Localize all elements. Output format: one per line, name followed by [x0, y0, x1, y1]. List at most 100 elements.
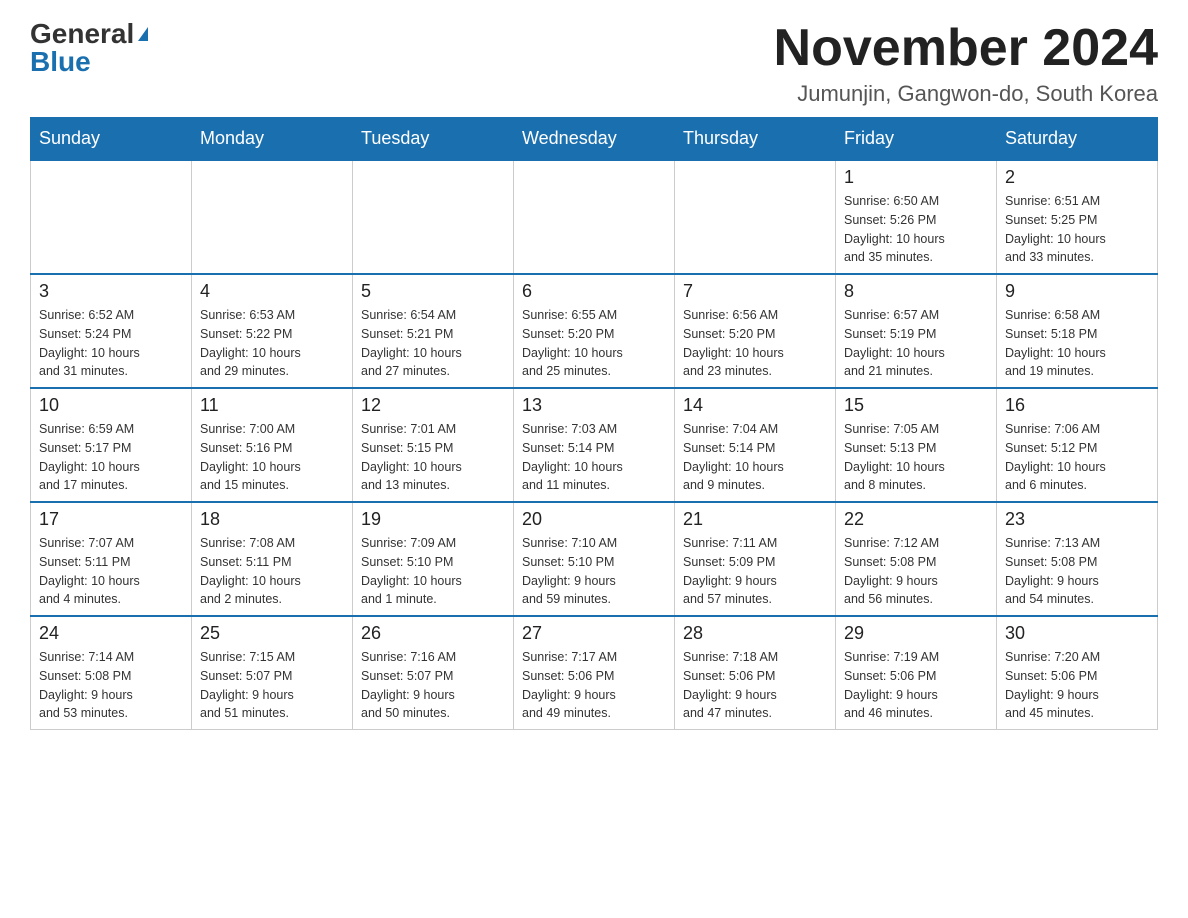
day-number: 12: [361, 395, 505, 416]
day-number: 18: [200, 509, 344, 530]
day-info: Sunrise: 7:14 AM Sunset: 5:08 PM Dayligh…: [39, 648, 183, 723]
day-info: Sunrise: 7:05 AM Sunset: 5:13 PM Dayligh…: [844, 420, 988, 495]
calendar-cell-week1-day7: 2 Sunrise: 6:51 AM Sunset: 5:25 PM Daylig…: [997, 160, 1158, 274]
day-number: 26: [361, 623, 505, 644]
weekday-header-monday: Monday: [192, 118, 353, 161]
calendar-cell-week3-day7: 16Sunrise: 7:06 AM Sunset: 5:12 PM Dayli…: [997, 388, 1158, 502]
logo-triangle-icon: [138, 27, 148, 41]
calendar-table: SundayMondayTuesdayWednesdayThursdayFrid…: [30, 117, 1158, 730]
calendar-cell-week1-day2: [192, 160, 353, 274]
day-info: Sunrise: 7:15 AM Sunset: 5:07 PM Dayligh…: [200, 648, 344, 723]
day-number: 17: [39, 509, 183, 530]
day-number: 24: [39, 623, 183, 644]
day-info: Sunrise: 7:01 AM Sunset: 5:15 PM Dayligh…: [361, 420, 505, 495]
day-number: 23: [1005, 509, 1149, 530]
day-info: Sunrise: 6:50 AM Sunset: 5:26 PM Dayligh…: [844, 192, 988, 267]
calendar-cell-week2-day4: 6Sunrise: 6:55 AM Sunset: 5:20 PM Daylig…: [514, 274, 675, 388]
day-info: Sunrise: 7:18 AM Sunset: 5:06 PM Dayligh…: [683, 648, 827, 723]
day-info: Sunrise: 6:51 AM Sunset: 5:25 PM Dayligh…: [1005, 192, 1149, 267]
calendar-cell-week5-day4: 27 Sunrise: 7:17 AM Sunset: 5:06 PM Dayli…: [514, 616, 675, 730]
day-info: Sunrise: 7:07 AM Sunset: 5:11 PM Dayligh…: [39, 534, 183, 609]
weekday-header-thursday: Thursday: [675, 118, 836, 161]
calendar-cell-week4-day5: 21Sunrise: 7:11 AM Sunset: 5:09 PM Dayli…: [675, 502, 836, 616]
weekday-header-sunday: Sunday: [31, 118, 192, 161]
week-row-5: 24 Sunrise: 7:14 AM Sunset: 5:08 PM Dayli…: [31, 616, 1158, 730]
logo: General Blue: [30, 20, 148, 76]
calendar-cell-week4-day3: 19Sunrise: 7:09 AM Sunset: 5:10 PM Dayli…: [353, 502, 514, 616]
day-number: 27: [522, 623, 666, 644]
day-number: 4: [200, 281, 344, 302]
day-number: 16: [1005, 395, 1149, 416]
day-number: 19: [361, 509, 505, 530]
day-number: 1: [844, 167, 988, 188]
day-number: 8: [844, 281, 988, 302]
logo-blue-text: Blue: [30, 48, 91, 76]
day-info: Sunrise: 7:13 AM Sunset: 5:08 PM Dayligh…: [1005, 534, 1149, 609]
day-info: Sunrise: 7:17 AM Sunset: 5:06 PM Dayligh…: [522, 648, 666, 723]
week-row-1: 1 Sunrise: 6:50 AM Sunset: 5:26 PM Daylig…: [31, 160, 1158, 274]
calendar-cell-week1-day4: [514, 160, 675, 274]
day-info: Sunrise: 6:54 AM Sunset: 5:21 PM Dayligh…: [361, 306, 505, 381]
calendar-cell-week1-day5: [675, 160, 836, 274]
day-number: 13: [522, 395, 666, 416]
calendar-cell-week2-day6: 8 Sunrise: 6:57 AM Sunset: 5:19 PM Daylig…: [836, 274, 997, 388]
day-number: 10: [39, 395, 183, 416]
calendar-cell-week3-day5: 14 Sunrise: 7:04 AM Sunset: 5:14 PM Dayli…: [675, 388, 836, 502]
calendar-cell-week1-day1: [31, 160, 192, 274]
day-number: 11: [200, 395, 344, 416]
calendar-cell-week4-day7: 23 Sunrise: 7:13 AM Sunset: 5:08 PM Dayli…: [997, 502, 1158, 616]
calendar-cell-week4-day4: 20Sunrise: 7:10 AM Sunset: 5:10 PM Dayli…: [514, 502, 675, 616]
day-info: Sunrise: 7:04 AM Sunset: 5:14 PM Dayligh…: [683, 420, 827, 495]
day-number: 25: [200, 623, 344, 644]
calendar-cell-week4-day6: 22 Sunrise: 7:12 AM Sunset: 5:08 PM Dayli…: [836, 502, 997, 616]
calendar-cell-week1-day6: 1 Sunrise: 6:50 AM Sunset: 5:26 PM Daylig…: [836, 160, 997, 274]
calendar-cell-week3-day3: 12 Sunrise: 7:01 AM Sunset: 5:15 PM Dayli…: [353, 388, 514, 502]
week-row-2: 3Sunrise: 6:52 AM Sunset: 5:24 PM Daylig…: [31, 274, 1158, 388]
day-number: 20: [522, 509, 666, 530]
calendar-cell-week2-day7: 9Sunrise: 6:58 AM Sunset: 5:18 PM Daylig…: [997, 274, 1158, 388]
calendar-cell-week2-day5: 7 Sunrise: 6:56 AM Sunset: 5:20 PM Daylig…: [675, 274, 836, 388]
month-title: November 2024: [774, 20, 1158, 77]
calendar-cell-week3-day4: 13 Sunrise: 7:03 AM Sunset: 5:14 PM Dayli…: [514, 388, 675, 502]
day-number: 21: [683, 509, 827, 530]
day-info: Sunrise: 7:08 AM Sunset: 5:11 PM Dayligh…: [200, 534, 344, 609]
day-info: Sunrise: 7:16 AM Sunset: 5:07 PM Dayligh…: [361, 648, 505, 723]
calendar-cell-week5-day5: 28 Sunrise: 7:18 AM Sunset: 5:06 PM Dayli…: [675, 616, 836, 730]
weekday-header-friday: Friday: [836, 118, 997, 161]
day-info: Sunrise: 6:56 AM Sunset: 5:20 PM Dayligh…: [683, 306, 827, 381]
calendar-cell-week2-day3: 5 Sunrise: 6:54 AM Sunset: 5:21 PM Daylig…: [353, 274, 514, 388]
calendar-cell-week3-day6: 15 Sunrise: 7:05 AM Sunset: 5:13 PM Dayli…: [836, 388, 997, 502]
calendar-cell-week4-day2: 18 Sunrise: 7:08 AM Sunset: 5:11 PM Dayli…: [192, 502, 353, 616]
calendar-cell-week3-day1: 10 Sunrise: 6:59 AM Sunset: 5:17 PM Dayli…: [31, 388, 192, 502]
weekday-header-wednesday: Wednesday: [514, 118, 675, 161]
day-info: Sunrise: 7:03 AM Sunset: 5:14 PM Dayligh…: [522, 420, 666, 495]
day-number: 2: [1005, 167, 1149, 188]
calendar-cell-week5-day7: 30Sunrise: 7:20 AM Sunset: 5:06 PM Dayli…: [997, 616, 1158, 730]
day-number: 28: [683, 623, 827, 644]
weekday-header-tuesday: Tuesday: [353, 118, 514, 161]
calendar-cell-week5-day2: 25 Sunrise: 7:15 AM Sunset: 5:07 PM Dayli…: [192, 616, 353, 730]
weekday-header-row: SundayMondayTuesdayWednesdayThursdayFrid…: [31, 118, 1158, 161]
day-number: 6: [522, 281, 666, 302]
day-info: Sunrise: 6:59 AM Sunset: 5:17 PM Dayligh…: [39, 420, 183, 495]
day-number: 15: [844, 395, 988, 416]
day-number: 30: [1005, 623, 1149, 644]
day-number: 7: [683, 281, 827, 302]
day-info: Sunrise: 6:52 AM Sunset: 5:24 PM Dayligh…: [39, 306, 183, 381]
day-info: Sunrise: 6:57 AM Sunset: 5:19 PM Dayligh…: [844, 306, 988, 381]
week-row-4: 17 Sunrise: 7:07 AM Sunset: 5:11 PM Dayli…: [31, 502, 1158, 616]
day-info: Sunrise: 7:12 AM Sunset: 5:08 PM Dayligh…: [844, 534, 988, 609]
logo-general-text: General: [30, 20, 134, 48]
day-number: 5: [361, 281, 505, 302]
day-number: 9: [1005, 281, 1149, 302]
calendar-cell-week5-day6: 29 Sunrise: 7:19 AM Sunset: 5:06 PM Dayli…: [836, 616, 997, 730]
location-label: Jumunjin, Gangwon-do, South Korea: [774, 81, 1158, 107]
day-number: 22: [844, 509, 988, 530]
calendar-cell-week5-day1: 24 Sunrise: 7:14 AM Sunset: 5:08 PM Dayli…: [31, 616, 192, 730]
calendar-cell-week1-day3: [353, 160, 514, 274]
day-number: 14: [683, 395, 827, 416]
calendar-cell-week2-day2: 4Sunrise: 6:53 AM Sunset: 5:22 PM Daylig…: [192, 274, 353, 388]
calendar-cell-week5-day3: 26 Sunrise: 7:16 AM Sunset: 5:07 PM Dayli…: [353, 616, 514, 730]
day-info: Sunrise: 7:19 AM Sunset: 5:06 PM Dayligh…: [844, 648, 988, 723]
day-number: 29: [844, 623, 988, 644]
